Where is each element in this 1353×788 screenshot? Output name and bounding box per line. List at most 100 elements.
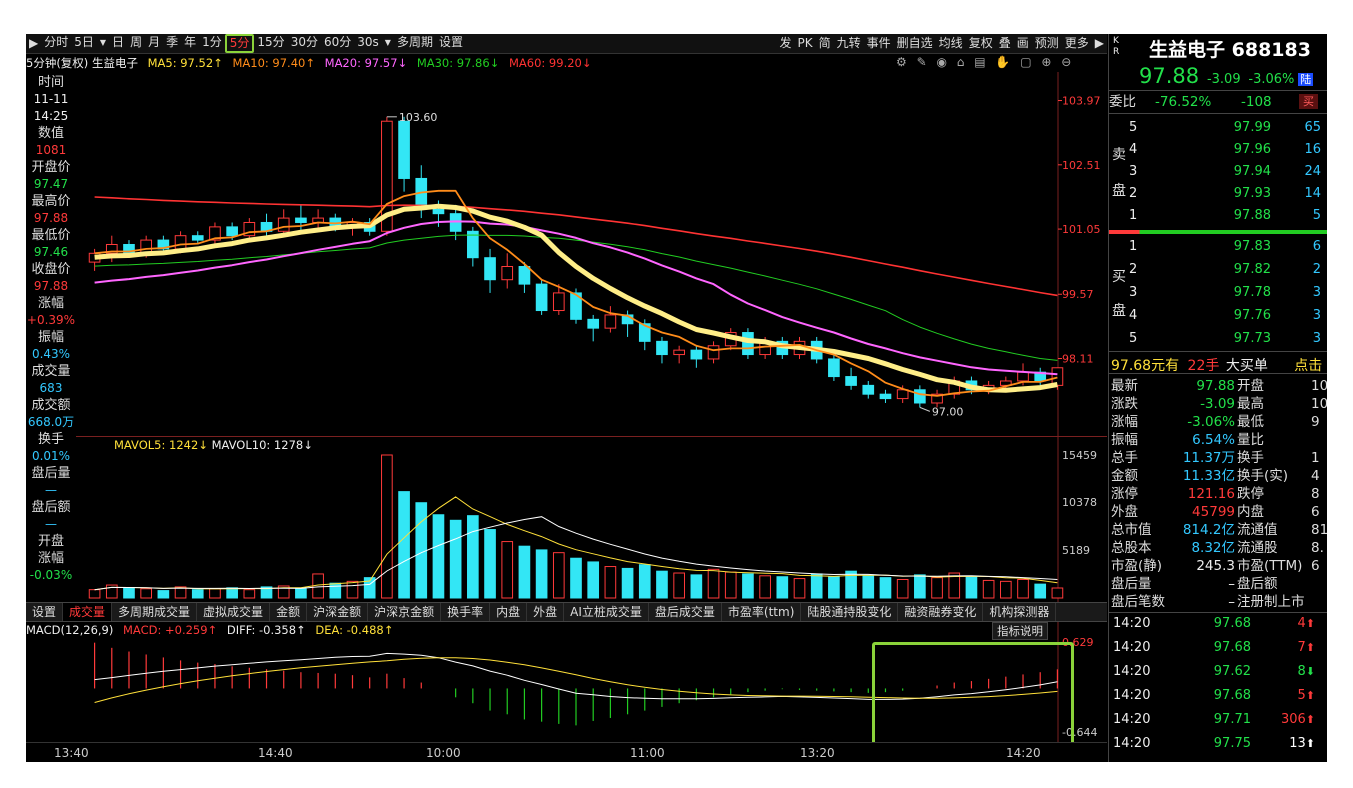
period-6[interactable]: 年	[181, 34, 199, 51]
ask-row-4[interactable]: 1 97.88 5	[1109, 206, 1327, 226]
ask-row-2[interactable]: 3 97.94 24	[1109, 162, 1327, 182]
bid-level: 4	[1129, 308, 1138, 323]
period-0[interactable]: 分时	[41, 34, 71, 51]
weibi-label: 委比	[1109, 94, 1136, 110]
period-11[interactable]: 60分	[321, 34, 354, 51]
price-change: -3.09	[1206, 72, 1241, 87]
lock-icon[interactable]: ▢	[1020, 55, 1031, 69]
toolbar-right-4[interactable]: 事件	[864, 35, 894, 52]
toolbar-right-3[interactable]: 九转	[834, 35, 864, 52]
info-value-7: +0.39%	[26, 313, 76, 327]
mavol5-value: MAVOL5: 1242↓	[114, 438, 208, 452]
toolbar-right-6[interactable]: 均线	[936, 35, 966, 52]
stat-label-2: 跌停	[1237, 486, 1264, 502]
tab-1[interactable]: 成交量	[63, 603, 113, 621]
toolbar-right-5[interactable]: 删自选	[894, 35, 936, 52]
trash-icon[interactable]: ▤	[974, 55, 985, 69]
big-order-row[interactable]: 97.68元有 22手 大买单 点击	[1111, 355, 1327, 375]
toolbar-right-10[interactable]: 预测	[1032, 35, 1062, 52]
weibi-row: 委比 -76.52% -108 买	[1109, 93, 1327, 111]
tab-3[interactable]: 虚拟成交量	[197, 603, 271, 621]
stat-row-10: 市盈(静) 245.3 市盈(TTM) 6	[1111, 557, 1327, 575]
bid-row-4[interactable]: 5 97.73 3	[1109, 329, 1327, 349]
stat-row-8: 总市值 814.2亿 流通值 81	[1111, 521, 1327, 539]
mavol10-value: MAVOL10: 1278↓	[211, 438, 313, 452]
period-3[interactable]: 周	[127, 34, 145, 51]
toolbar-right-1[interactable]: PK	[795, 35, 816, 52]
bid-label-1: 买	[1112, 269, 1126, 285]
period-4[interactable]: 月	[145, 34, 163, 51]
tab-5[interactable]: 沪深金额	[307, 603, 369, 621]
ask-volume: 65	[1304, 120, 1321, 135]
tab-0[interactable]: 设置	[26, 603, 64, 621]
tab-6[interactable]: 沪深京金额	[368, 603, 442, 621]
volume-bar	[931, 577, 943, 599]
bid-row-2[interactable]: 3 97.78 3	[1109, 283, 1327, 303]
next-arrow-icon[interactable]: ▶	[1092, 35, 1107, 52]
minus-icon[interactable]: ⊖	[1061, 55, 1071, 69]
arrow-down-icon: ⬇	[1305, 665, 1315, 678]
tab-12[interactable]: 市盈率(ttm)	[722, 603, 802, 621]
toolbar-right-8[interactable]: 叠	[996, 35, 1014, 52]
period-2[interactable]: 日	[109, 34, 127, 51]
hand-icon[interactable]: ✋	[995, 55, 1010, 69]
volume-bar	[467, 515, 479, 599]
buy-button[interactable]: 买	[1299, 94, 1318, 109]
tab-4[interactable]: 金额	[270, 603, 308, 621]
bid-row-0[interactable]: 1 97.83 6	[1109, 237, 1327, 257]
stat-label: 涨停	[1111, 486, 1138, 502]
period-12[interactable]: 30s	[354, 34, 382, 51]
tab-14[interactable]: 融资融券变化	[898, 603, 984, 621]
tab-13[interactable]: 陆股通持股变化	[801, 603, 899, 621]
volume-legend: MAVOL5: 1242↓ MAVOL10: 1278↓	[114, 438, 313, 452]
weicha-value: -108	[1241, 94, 1272, 110]
bid-row-3[interactable]: 4 97.76 3	[1109, 306, 1327, 326]
ask-row-1[interactable]: 4 97.96 16	[1109, 140, 1327, 160]
tab-7[interactable]: 换手率	[441, 603, 491, 621]
settings-icon[interactable]: ⚙	[896, 55, 907, 69]
indicator-help-button[interactable]: 指标说明	[992, 622, 1048, 640]
period-8[interactable]: 5分	[224, 34, 255, 53]
hk-connect-badge: 陆	[1298, 73, 1314, 86]
tab-15[interactable]: 机构探测器	[983, 603, 1057, 621]
toolbar-right-9[interactable]: 画	[1014, 35, 1032, 52]
toolbar-right-2[interactable]: 简	[816, 35, 834, 52]
period-5[interactable]: 季	[163, 34, 181, 51]
toolbar-right-7[interactable]: 复权	[966, 35, 996, 52]
bid-price: 97.73	[1233, 331, 1271, 346]
big-order-action[interactable]: 点击	[1294, 358, 1322, 374]
stat-row-3: 振幅 6.54% 量比	[1111, 431, 1327, 449]
period-7[interactable]: 1分	[199, 34, 225, 51]
period-10[interactable]: 30分	[288, 34, 321, 51]
period-1[interactable]: 5日	[71, 34, 97, 51]
toolbar-right-0[interactable]: 发	[776, 35, 794, 52]
plus-icon[interactable]: ⊕	[1041, 55, 1051, 69]
volume-chart[interactable]: 15459 10378 5189	[76, 437, 1107, 602]
prev-arrow-icon[interactable]: ▶	[26, 35, 41, 52]
tab-10[interactable]: AI立桩成交量	[564, 603, 649, 621]
dropdown-arrow-icon[interactable]: ▼	[382, 34, 394, 51]
volume-bar	[346, 580, 359, 599]
tab-11[interactable]: 盘后成交量	[649, 603, 722, 621]
ask-row-0[interactable]: 5 97.99 65	[1109, 118, 1327, 138]
ask-price: 97.94	[1233, 164, 1271, 179]
price-chart[interactable]: 103.97 102.51 101.05 99.57 98.11 103.60 97.00	[76, 72, 1107, 437]
eye-icon[interactable]: ◉	[936, 55, 946, 69]
toolbar-right-11[interactable]: 更多	[1062, 35, 1092, 52]
stat-value-2: 6	[1311, 504, 1320, 520]
tab-8[interactable]: 内盘	[490, 603, 528, 621]
dropdown-arrow-icon[interactable]: ▼	[97, 34, 109, 51]
period-14[interactable]: 设置	[436, 34, 466, 51]
period-13[interactable]: 多周期	[394, 34, 436, 51]
bid-row-1[interactable]: 2 97.82 2	[1109, 260, 1327, 280]
ask-row-3[interactable]: 2 97.93 14	[1109, 184, 1327, 204]
stock-name-code: 生益电子 688183	[1149, 35, 1311, 62]
bag-icon[interactable]: ⌂	[957, 55, 965, 69]
period-9[interactable]: 15分	[254, 34, 287, 51]
tab-9[interactable]: 外盘	[527, 603, 565, 621]
kr-label: K R	[1113, 36, 1120, 57]
volume-bar	[484, 529, 496, 599]
pen-icon[interactable]: ✎	[917, 55, 927, 69]
tab-2[interactable]: 多周期成交量	[112, 603, 198, 621]
bid-volume: 3	[1312, 308, 1321, 323]
